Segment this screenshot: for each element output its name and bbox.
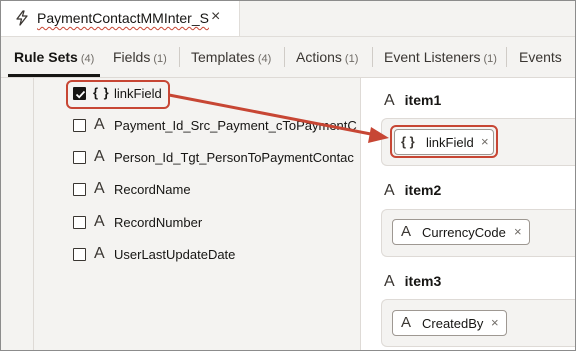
remove-chip-icon[interactable]: × — [514, 224, 522, 239]
tab-fields-label: Fields — [113, 49, 151, 65]
text-type-icon: A — [94, 116, 105, 133]
tab-actions-label: Actions — [296, 49, 342, 65]
chip-label: CurrencyCode — [422, 225, 506, 240]
tab-actions-count: (1) — [344, 53, 359, 65]
tab-templates-count: (4) — [257, 53, 272, 65]
tab-event-listeners-count: (1) — [483, 53, 497, 65]
chip-label: CreatedBy — [422, 316, 484, 331]
tab-strip: PaymentContactMMInter_S × — [1, 1, 575, 37]
item-label: item2 — [404, 182, 442, 198]
item-label: item3 — [404, 273, 442, 289]
tab-actions[interactable]: Actions (1) — [296, 49, 358, 65]
tab-templates-label: Templates — [191, 49, 255, 65]
tab-templates[interactable]: Templates (4) — [191, 49, 271, 65]
text-type-icon: A — [94, 245, 105, 262]
field-label: Person_Id_Tgt_PersonToPaymentContac — [114, 150, 354, 165]
remove-chip-icon[interactable]: × — [491, 315, 499, 330]
item-label: item1 — [404, 92, 442, 108]
tab-separator — [284, 47, 285, 67]
field-chip[interactable]: A CurrencyCode × — [392, 219, 530, 245]
field-chip[interactable]: A CreatedBy × — [392, 310, 507, 336]
document-tab-title: PaymentContactMMInter_S — [37, 10, 209, 26]
panel-divider — [33, 78, 34, 350]
app-window: PaymentContactMMInter_S × Rule Sets (4) F… — [0, 0, 576, 351]
text-type-icon: A — [94, 148, 105, 165]
bolt-icon — [16, 10, 28, 26]
tab-fields[interactable]: Fields (1) — [113, 49, 167, 65]
tab-rule-sets[interactable]: Rule Sets (4) — [14, 49, 94, 65]
callout-highlight-linkfield — [66, 80, 170, 109]
item-heading: Aitem3 — [384, 273, 441, 291]
field-label: Payment_Id_Src_Payment_cToPaymentC — [114, 118, 357, 133]
item-heading: Aitem2 — [384, 182, 441, 200]
tab-fields-count: (1) — [153, 53, 167, 65]
tab-rule-sets-count: (4) — [80, 53, 95, 65]
tab-events[interactable]: Events — [519, 49, 562, 65]
field-checkbox[interactable] — [73, 119, 86, 132]
tab-rule-sets-label: Rule Sets — [14, 49, 78, 65]
document-tab[interactable]: PaymentContactMMInter_S × — [1, 1, 240, 36]
callout-highlight-chip — [390, 125, 498, 158]
text-type-icon: A — [384, 92, 395, 109]
field-checkbox[interactable] — [73, 216, 86, 229]
tab-separator — [506, 47, 507, 67]
text-type-icon: A — [94, 180, 105, 197]
tab-separator — [372, 47, 373, 67]
field-label: RecordNumber — [114, 215, 203, 230]
tab-separator — [179, 47, 180, 67]
tab-event-listeners-label: Event Listeners — [384, 49, 481, 65]
field-label: RecordName — [114, 182, 191, 197]
text-type-icon: A — [384, 182, 395, 199]
section-tabs: Rule Sets (4) Fields (1) Templates (4) Acti… — [1, 37, 575, 78]
field-checkbox[interactable] — [73, 183, 86, 196]
text-type-icon: A — [94, 213, 105, 230]
text-type-icon: A — [384, 273, 395, 290]
text-type-icon: A — [401, 223, 412, 240]
tab-event-listeners[interactable]: Event Listeners (1) — [384, 49, 497, 65]
field-checkbox[interactable] — [73, 151, 86, 164]
field-checkbox[interactable] — [73, 248, 86, 261]
text-type-icon: A — [401, 314, 412, 331]
field-label: UserLastUpdateDate — [114, 247, 236, 262]
tab-events-label: Events — [519, 49, 562, 65]
close-tab-icon[interactable]: × — [211, 8, 220, 26]
item-heading: Aitem1 — [384, 92, 441, 110]
active-tab-indicator — [8, 74, 100, 77]
